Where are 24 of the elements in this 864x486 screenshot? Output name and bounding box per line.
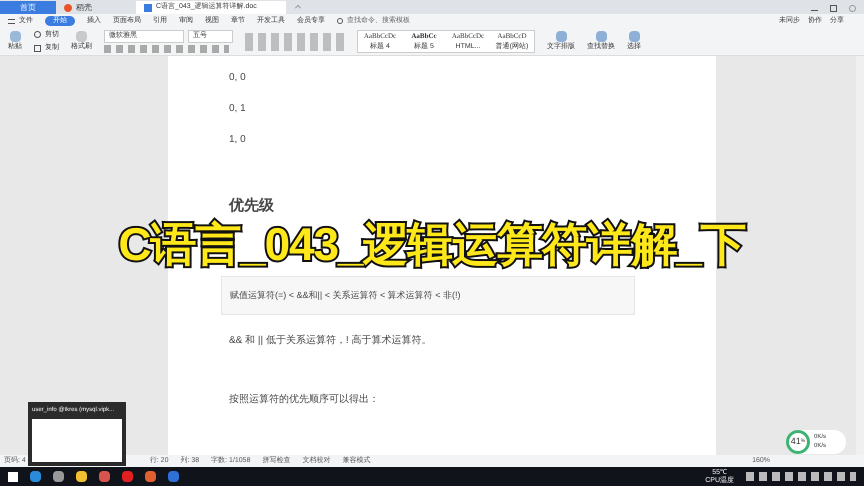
document-tab[interactable]: 稻壳 [56, 1, 136, 14]
copy-icon [34, 44, 41, 52]
menu-icon[interactable] [8, 18, 15, 24]
document-tab[interactable]: 首页 [0, 1, 56, 14]
taskbar-app-icon[interactable] [30, 471, 41, 482]
paragraph: && 和 || 低于关系运算符，! 高于算术运算符。 [229, 334, 432, 348]
paragraph: 按照运算符的优先顺序可以得出： [229, 392, 379, 407]
tray-icons[interactable] [746, 472, 856, 481]
shell-logo-icon [64, 4, 72, 12]
video-title-text: C语言_043_逻辑运算符详解_下 [118, 217, 746, 272]
paragraph: 0, 0 [229, 71, 246, 85]
heading: 优先级 [229, 196, 274, 216]
doc-icon [144, 4, 152, 12]
format-icons[interactable] [104, 44, 229, 53]
start-icon[interactable] [8, 472, 18, 482]
search-icon [337, 18, 343, 24]
taskbar-app-icon[interactable] [145, 471, 156, 482]
taskbar-app-icon[interactable] [99, 471, 110, 482]
paragraph: 0, 1 [229, 102, 246, 116]
taskbar-app-icon[interactable] [53, 471, 64, 482]
paragraph: 1, 0 [229, 133, 246, 147]
restore-icon[interactable] [830, 5, 837, 12]
code-block: 赋值运算符(=) < &&和|| < 关系运算符 < 算术运算符 < 非(!) [221, 276, 635, 315]
taskbar-app-icon[interactable] [76, 471, 87, 482]
